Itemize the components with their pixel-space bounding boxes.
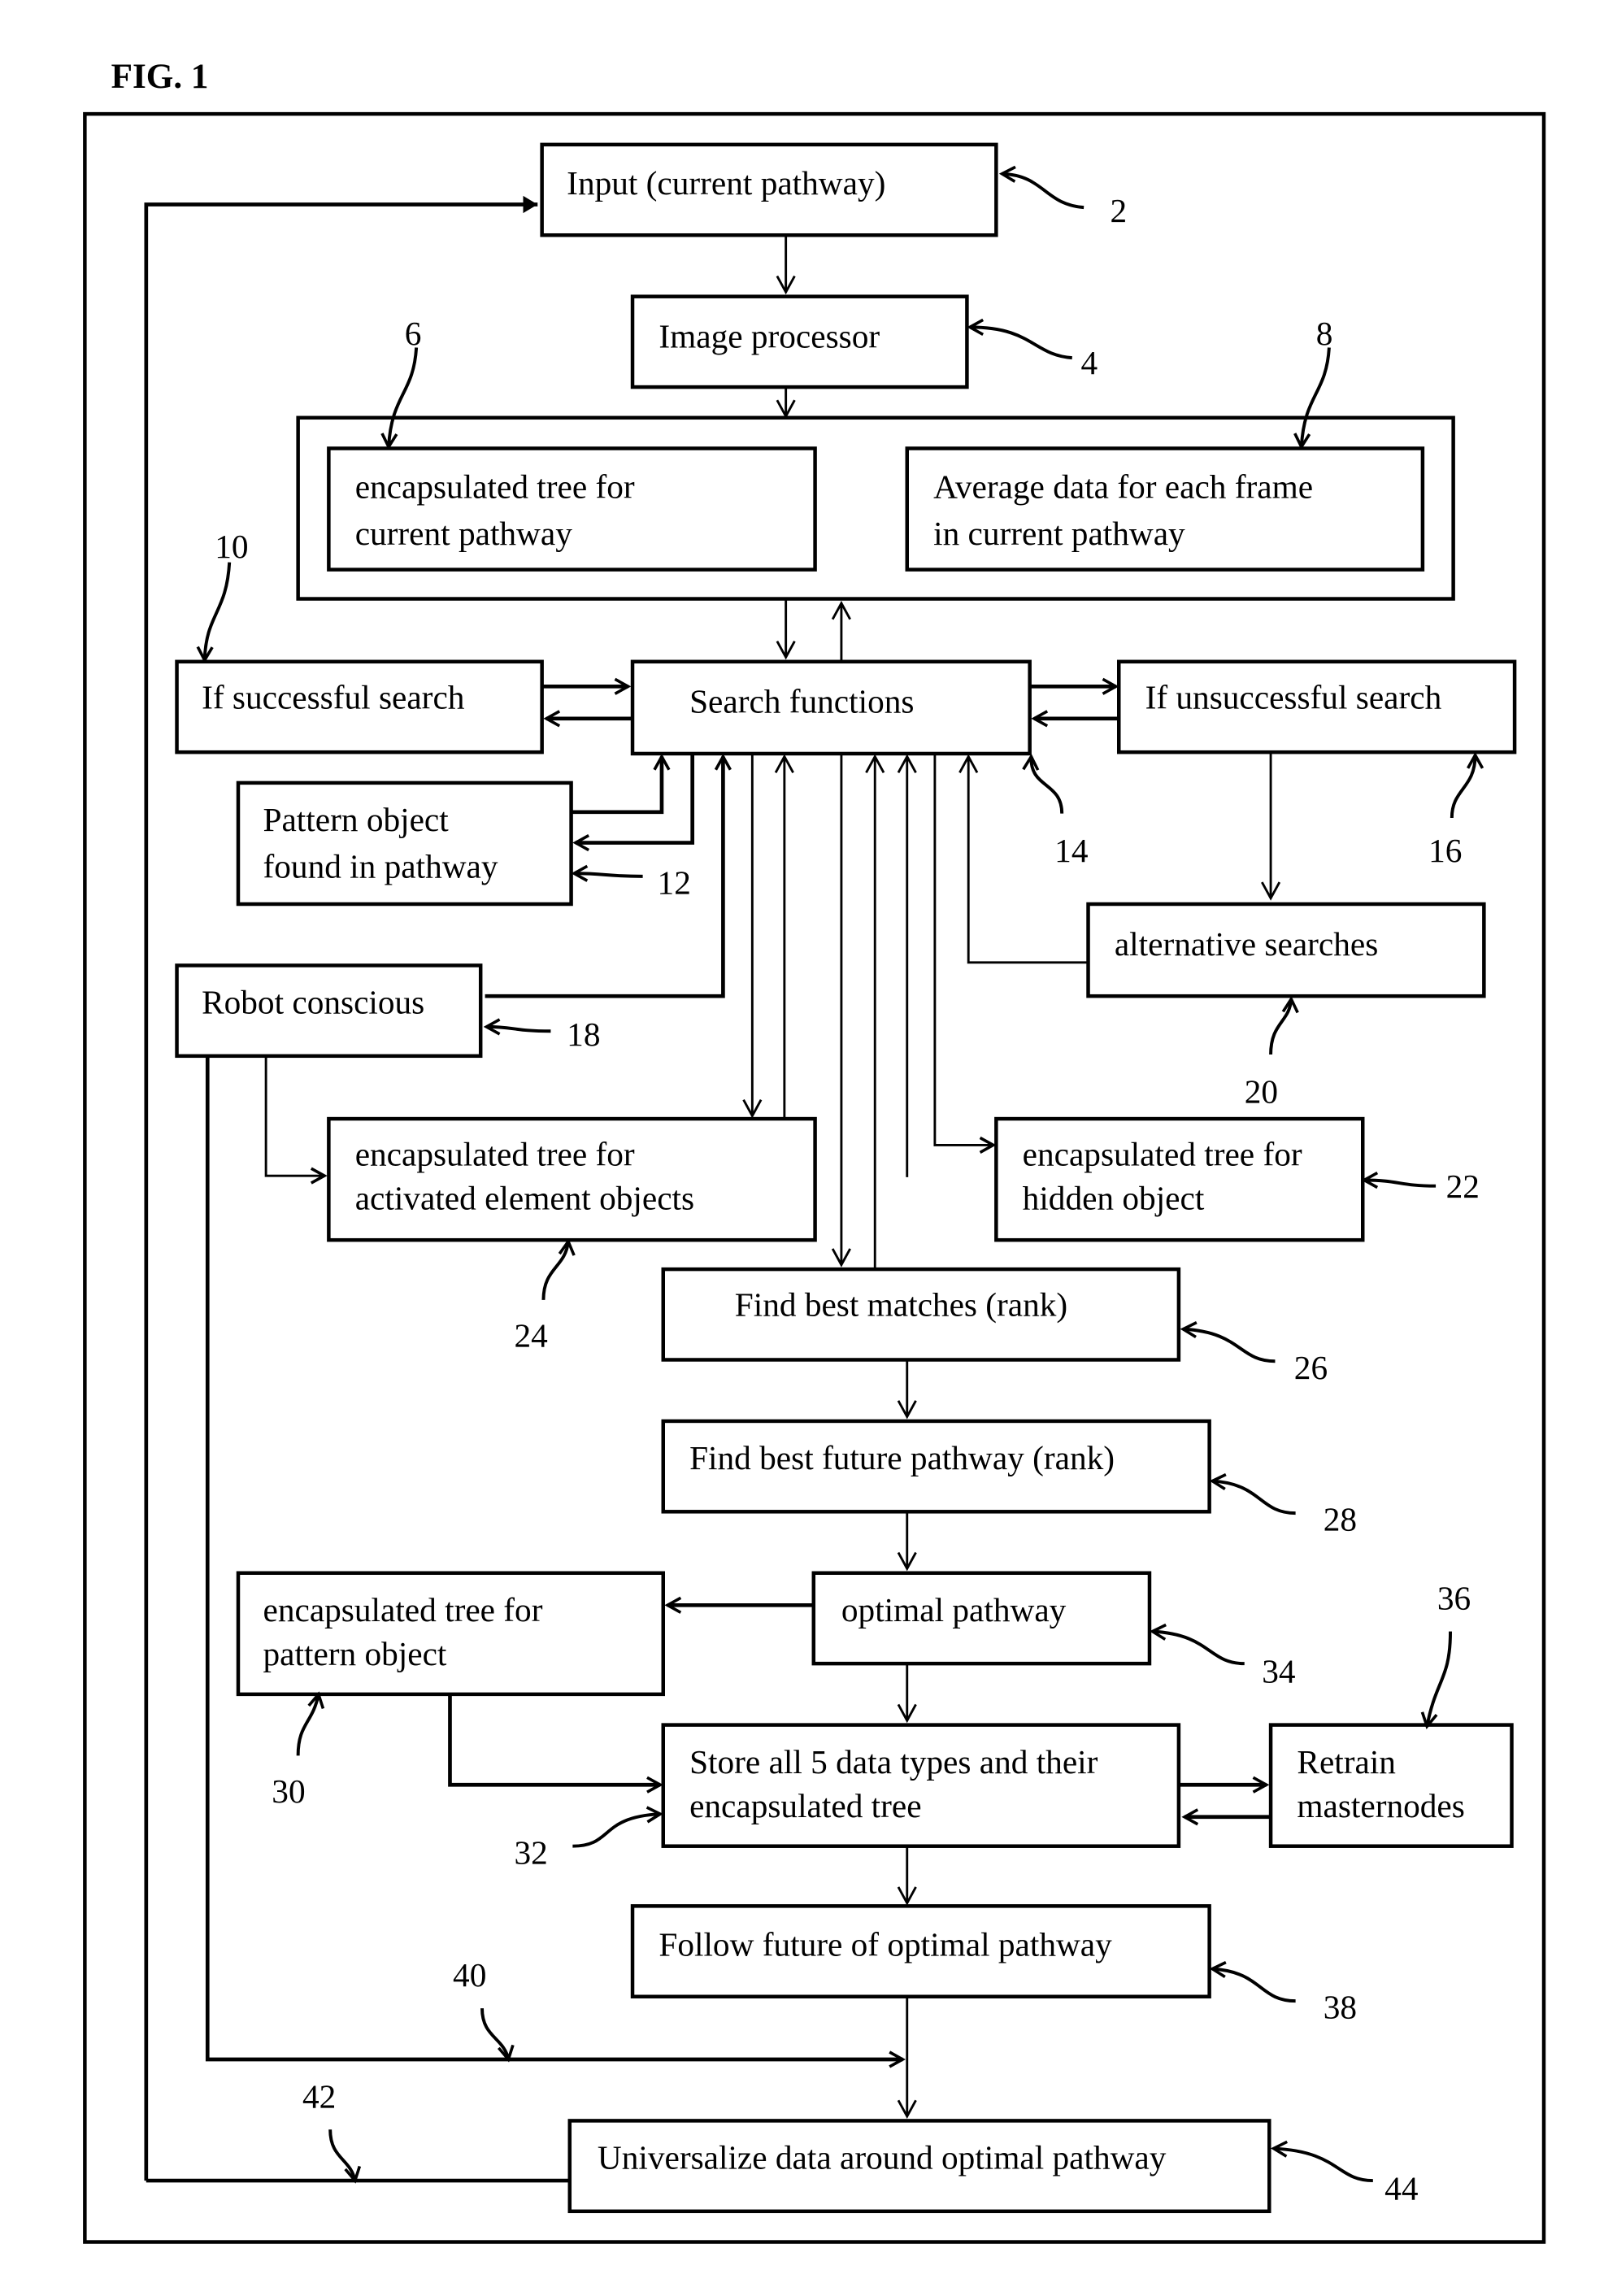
leader-14 bbox=[1031, 757, 1064, 814]
box-label-line: Find best future pathway (rank) bbox=[689, 1439, 1115, 1477]
box-successful: If successful search bbox=[175, 659, 544, 754]
box-label-line: encapsulated tree bbox=[689, 1787, 921, 1824]
leader-34 bbox=[1153, 1632, 1245, 1666]
leader-28 bbox=[1212, 1481, 1296, 1515]
box-label-line: Universalize data around optimal pathway bbox=[598, 2139, 1167, 2176]
box-tree-pattern: encapsulated tree for pattern object bbox=[236, 1571, 665, 1697]
ref-36: 36 bbox=[1437, 1580, 1471, 1617]
box-label-line: Pattern object bbox=[263, 801, 450, 838]
ref-22: 22 bbox=[1446, 1168, 1480, 1205]
box-label-line: Retrain bbox=[1297, 1743, 1396, 1781]
arrow-pattern-tree-to-store bbox=[448, 1694, 660, 1785]
leader-16 bbox=[1450, 755, 1476, 819]
leader-38 bbox=[1212, 1969, 1296, 2003]
ref-40: 40 bbox=[453, 1956, 486, 1994]
ref-6: 6 bbox=[405, 315, 422, 352]
ref-20: 20 bbox=[1245, 1072, 1278, 1110]
box-retrain: Retrain masternodes bbox=[1268, 1723, 1514, 1848]
box-image-processor: Image processor bbox=[630, 294, 969, 389]
box-label-line: Robot conscious bbox=[202, 984, 424, 1021]
ref-32: 32 bbox=[515, 1833, 548, 1871]
box-label-line: current pathway bbox=[355, 515, 573, 552]
leader-32 bbox=[572, 1814, 660, 1848]
leader-18 bbox=[486, 1027, 551, 1031]
leader-20 bbox=[1269, 999, 1291, 1055]
box-optimal: optimal pathway bbox=[811, 1571, 1152, 1666]
ref-14: 14 bbox=[1054, 832, 1088, 869]
ref-8: 8 bbox=[1316, 315, 1333, 352]
leader-44 bbox=[1274, 2149, 1373, 2183]
ref-26: 26 bbox=[1294, 1349, 1328, 1386]
arrow-robot-to-activated bbox=[264, 1055, 324, 1176]
leader-2 bbox=[1002, 174, 1085, 210]
box-best-matches: Find best matches (rank) bbox=[661, 1267, 1181, 1362]
ref-28: 28 bbox=[1324, 1501, 1357, 1538]
box-store: Store all 5 data types and their encapsul… bbox=[661, 1723, 1181, 1848]
box-label-line: found in pathway bbox=[263, 848, 498, 885]
ref-34: 34 bbox=[1262, 1652, 1295, 1689]
ref-24: 24 bbox=[515, 1316, 548, 1354]
ref-18: 18 bbox=[567, 1015, 600, 1053]
box-label-line: Follow future of optimal pathway bbox=[659, 1925, 1112, 1963]
box-input: Input (current pathway) bbox=[540, 142, 998, 237]
ref-38: 38 bbox=[1324, 1989, 1357, 2026]
box-label-line: encapsulated tree for bbox=[355, 1136, 635, 1173]
box-label-line: activated element objects bbox=[355, 1179, 694, 1216]
box-label-line: If successful search bbox=[202, 678, 465, 715]
box-label-line: alternative searches bbox=[1115, 925, 1378, 963]
box-robot-conscious: Robot conscious bbox=[175, 963, 483, 1059]
ref-2: 2 bbox=[1110, 192, 1127, 229]
leader-10 bbox=[205, 562, 232, 660]
ref-16: 16 bbox=[1428, 832, 1462, 869]
box-label-line: Search functions bbox=[689, 683, 914, 720]
box-label-line: Image processor bbox=[659, 318, 880, 355]
box-label-line: Find best matches (rank) bbox=[735, 1286, 1067, 1324]
box-label-line: Input (current pathway) bbox=[567, 164, 885, 202]
leader-26 bbox=[1183, 1329, 1276, 1363]
box-tree-current: encapsulated tree for current pathway bbox=[327, 446, 817, 572]
box-tree-hidden: encapsulated tree for hidden object bbox=[994, 1116, 1365, 1242]
box-label-line: in current pathway bbox=[933, 515, 1185, 552]
ref-44: 44 bbox=[1384, 2169, 1418, 2207]
arrow-search-to-pattern bbox=[576, 753, 695, 843]
ref-42: 42 bbox=[302, 2077, 336, 2115]
box-tree-activated: encapsulated tree for activated element o… bbox=[327, 1116, 817, 1242]
arrow-pattern-to-search bbox=[571, 757, 662, 815]
box-label-line: optimal pathway bbox=[841, 1591, 1067, 1629]
ref-12: 12 bbox=[658, 863, 691, 901]
box-search-functions: Search functions bbox=[630, 659, 1032, 756]
arrow-search-to-hidden bbox=[933, 753, 993, 1145]
figure-label: FIG. 1 bbox=[111, 58, 209, 96]
ref-30: 30 bbox=[272, 1772, 305, 1810]
leader-12 bbox=[574, 873, 643, 876]
box-best-future: Find best future pathway (rank) bbox=[661, 1419, 1211, 1514]
box-label-line: encapsulated tree for bbox=[1023, 1136, 1302, 1173]
flowchart: FIG. 1 Input (current pathway)Image proc… bbox=[83, 58, 1546, 2244]
box-label-line: encapsulated tree for bbox=[355, 468, 635, 506]
box-label-line: hidden object bbox=[1023, 1179, 1205, 1216]
box-universalize: Universalize data around optimal pathway bbox=[567, 2119, 1271, 2214]
leader-22 bbox=[1364, 1181, 1437, 1186]
leader-30 bbox=[296, 1694, 319, 1756]
leader-4 bbox=[970, 327, 1072, 360]
box-label-line: encapsulated tree for bbox=[263, 1591, 543, 1629]
box-label-line: pattern object bbox=[263, 1635, 447, 1672]
box-alternative: alternative searches bbox=[1086, 902, 1486, 998]
ref-4: 4 bbox=[1081, 344, 1098, 381]
box-label-line: If unsuccessful search bbox=[1145, 678, 1442, 715]
leader-40 bbox=[480, 2008, 508, 2059]
box-label-line: masternodes bbox=[1297, 1787, 1464, 1824]
box-follow: Follow future of optimal pathway bbox=[630, 1904, 1211, 1998]
leader-36 bbox=[1427, 1631, 1453, 1727]
box-pattern-found: Pattern object found in pathway bbox=[236, 781, 573, 907]
box-label-line: Average data for each frame bbox=[933, 468, 1313, 506]
leader-24 bbox=[541, 1241, 568, 1300]
leader-42 bbox=[328, 2129, 355, 2181]
box-average-data: Average data for each frame in current pa… bbox=[905, 446, 1425, 572]
ref-10: 10 bbox=[215, 528, 248, 565]
box-unsuccessful: If unsuccessful search bbox=[1116, 659, 1517, 754]
box-label-line: Store all 5 data types and their bbox=[689, 1743, 1098, 1781]
